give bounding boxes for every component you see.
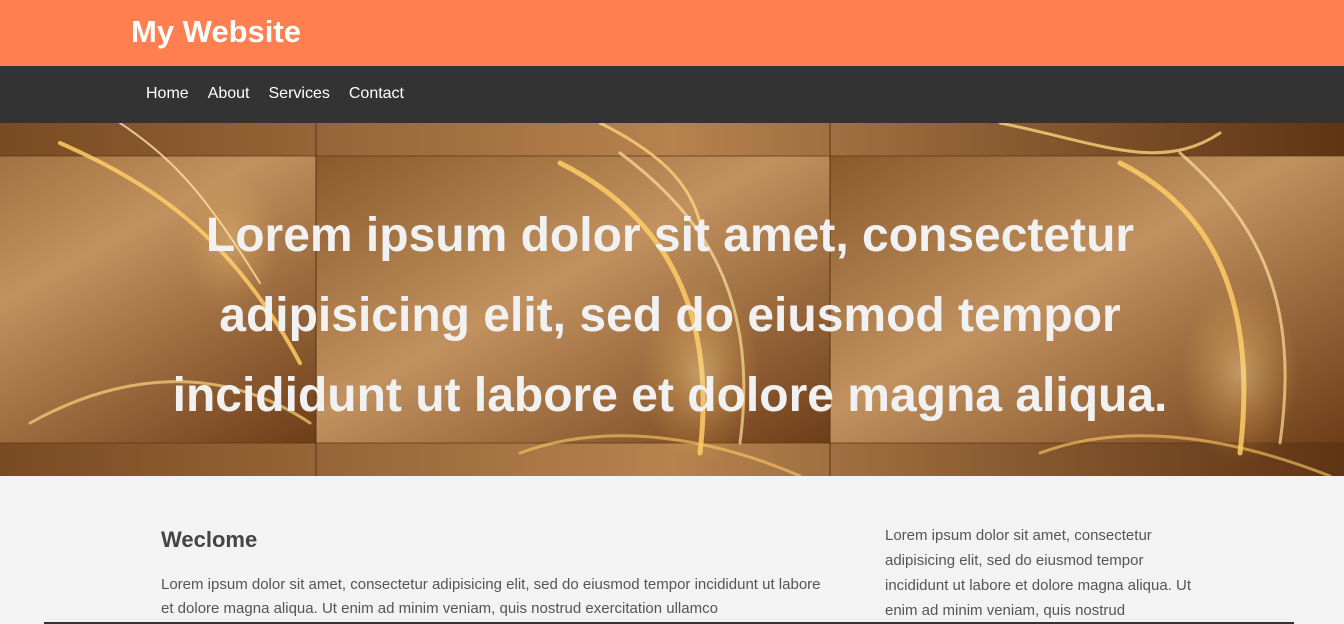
site-title: My Website [131,14,301,49]
welcome-paragraph: Lorem ipsum dolor sit amet, consectetur … [161,576,821,617]
hero-heading: Lorem ipsum dolor sit amet, consectetur … [172,209,1168,422]
nav-link-home[interactable]: Home [146,85,189,102]
sidebar-paragraph: Lorem ipsum dolor sit amet, consectetur … [885,527,1192,619]
hero-banner: Lorem ipsum dolor sit amet, consectetur … [0,123,1344,476]
nav-list: Home About Services Contact [146,84,423,104]
site-header: My Website [0,0,1344,66]
main-content: Weclome Lorem ipsum dolor sit amet, cons… [0,476,1344,624]
welcome-heading: Weclome [161,527,258,552]
nav-link-services[interactable]: Services [269,85,330,102]
nav-link-about[interactable]: About [208,85,250,102]
nav-bar: Home About Services Contact [0,66,1344,123]
nav-link-contact[interactable]: Contact [349,85,404,102]
